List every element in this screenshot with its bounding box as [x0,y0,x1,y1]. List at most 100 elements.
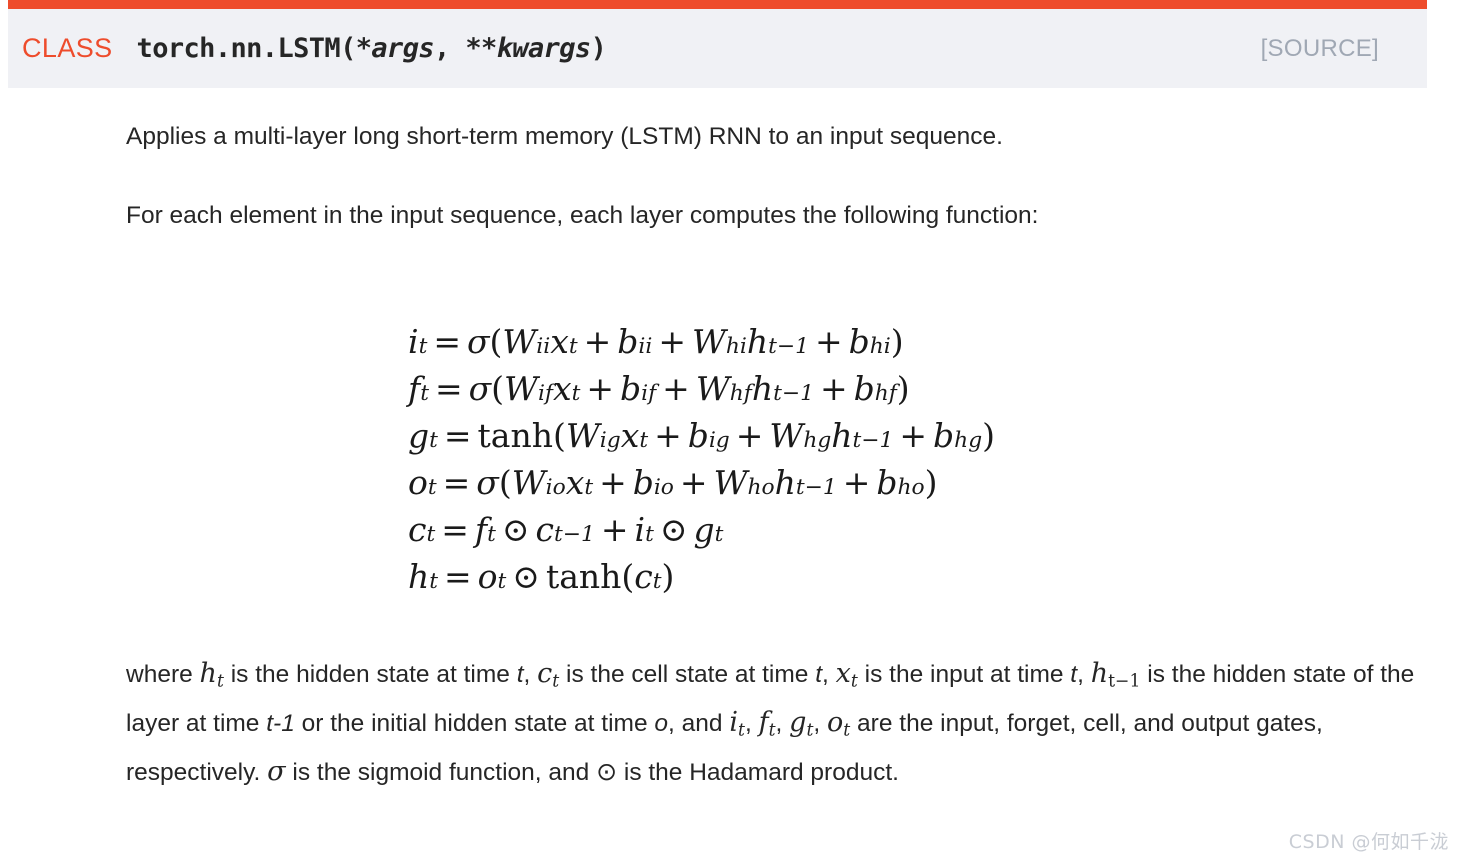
eq3-lhs: g [408,416,430,455]
qualified-name: torch.nn.LSTM [136,33,341,64]
eq6-lhs: h [408,557,430,596]
eq2-plus2: + [662,369,690,408]
eq5-equals: = [441,510,469,549]
eq4-equals: = [442,463,471,502]
exp-s6: is the input at time [857,661,1071,688]
eq3-w2: W [769,416,804,455]
arg-args: *args [355,33,435,64]
eq2-b1: b [620,369,642,408]
eq6-c: c [634,557,653,596]
eq1-h: h [746,322,769,361]
hadamard-icon-3: ⊙ [512,557,540,596]
exp-s7: , [1077,661,1091,688]
exp-s1: where [126,661,200,688]
eq5-lhs: c [408,510,427,549]
variable-explanation-paragraph: where ht is the hidden state at time t , … [126,650,1419,797]
exp-s12: , [775,710,790,737]
eq4-b2: b [876,463,898,502]
eq1-plus1: + [583,322,612,361]
exp-s3: , [523,661,538,688]
hadamard-icon: ⊙ [501,510,530,549]
exp-s11: , [744,710,759,737]
eq4-plus2: + [679,463,708,502]
eq1-x: x [550,322,569,361]
var-c-t: ct [537,658,560,692]
csdn-watermark: CSDN @何如千泷 [1288,831,1449,853]
eq1-plus2: + [658,322,686,361]
eq1-open: ( [489,322,503,361]
eq2-activation: σ [468,369,492,408]
equation-input-gate: it = σ(Wii x t + b ii + Whi h t−1 + b hi) [408,318,995,365]
exp-s5: , [822,661,836,688]
eq6-o: o [477,557,498,596]
eq4-h: h [774,463,796,502]
equation-cell-state: ct = ft ⊙ c t−1 + it ⊙ gt [408,506,995,553]
eq4-w1: W [511,463,546,502]
eq4-plus1: + [599,463,627,502]
eq5-i: i [634,510,646,549]
exp-time-zero: o [654,710,669,737]
eq1-b1: b [617,322,639,361]
eq4-open: ( [498,463,512,502]
var-o-t: ot [827,707,851,741]
class-keyword: CLASS [22,33,113,63]
close-paren: ) [590,33,607,64]
open-paren: ( [340,33,356,64]
eq1-equals: = [433,322,461,361]
var-g-t: gt [789,707,814,741]
exp-t-2: t [815,661,823,688]
equation-cell-gate: gt = tanh(Wig x t + b ig + Whg h t−1 + b hg) [408,412,995,459]
exp-s15: is the sigmoid function, and [285,759,597,786]
eq3-activation: tanh [477,416,553,455]
hadamard-icon-2: ⊙ [659,510,688,549]
sigma-symbol: σ [267,756,286,787]
exp-t-1: t [516,661,524,688]
accent-rule [8,0,1427,9]
eq5-c: c [535,510,554,549]
exp-s13: , [813,710,828,737]
equation-forget-gate: ft = σ(Wif x t + b if + Whf h t−1 + b hf) [408,365,995,412]
exp-s9: or the initial hidden state at time [294,710,655,737]
var-x-t: xt [835,658,858,692]
eq4-close: ) [924,463,938,502]
eq2-equals: = [434,369,463,408]
class-signature-header: CLASS torch.nn.LSTM(*args, **kwargs) [SO… [8,0,1427,88]
class-signature: torch.nn.LSTM(*args, **kwargs) [137,33,607,64]
eq3-equals: = [443,416,472,455]
intro-paragraph: For each element in the input sequence, … [126,202,1039,229]
eq4-plus3: + [842,463,871,502]
exp-s16: is the Hadamard product. [617,759,899,786]
eq1-activation: σ [466,322,490,361]
eq2-b2: b [853,369,875,408]
var-h-t: ht [199,658,224,692]
var-h-t-minus-1: ht−1 [1090,658,1141,692]
equation-output-gate: ot = σ(Wio x t + b io + Who h t−1 + b ho) [408,459,995,506]
eq3-h: h [831,416,853,455]
exp-s10: , and [668,710,730,737]
eq2-w2: W [695,369,730,408]
eq1-lhs: i [408,322,419,361]
eq2-close: ) [896,369,910,408]
eq1-plus3: + [815,322,843,361]
eq2-lhs: f [408,369,421,408]
eq2-plus1: + [586,369,615,408]
eq4-lhs: o [408,463,428,502]
exp-s4: is the cell state at time [559,661,816,688]
signature-band: CLASS torch.nn.LSTM(*args, **kwargs) [SO… [8,9,1427,88]
exp-s2: is the hidden state at time [223,661,517,688]
var-f-t: ft [758,707,776,741]
eq2-x: x [552,369,572,408]
eq6-open: ( [621,557,635,596]
hadamard-symbol-icon: ⊙ [596,757,618,786]
eq1-close: ) [890,322,904,361]
eq6-activation: tanh [545,557,622,596]
eq1-b2: b [848,322,870,361]
eq5-plus: + [600,510,629,549]
var-i-t: it [729,707,745,741]
source-link[interactable]: [SOURCE] [1261,35,1379,63]
eq6-equals: = [444,557,472,596]
eq2-h: h [751,369,774,408]
eq4-x: x [565,463,585,502]
eq4-activation: σ [476,463,499,502]
eq3-open: ( [552,416,566,455]
